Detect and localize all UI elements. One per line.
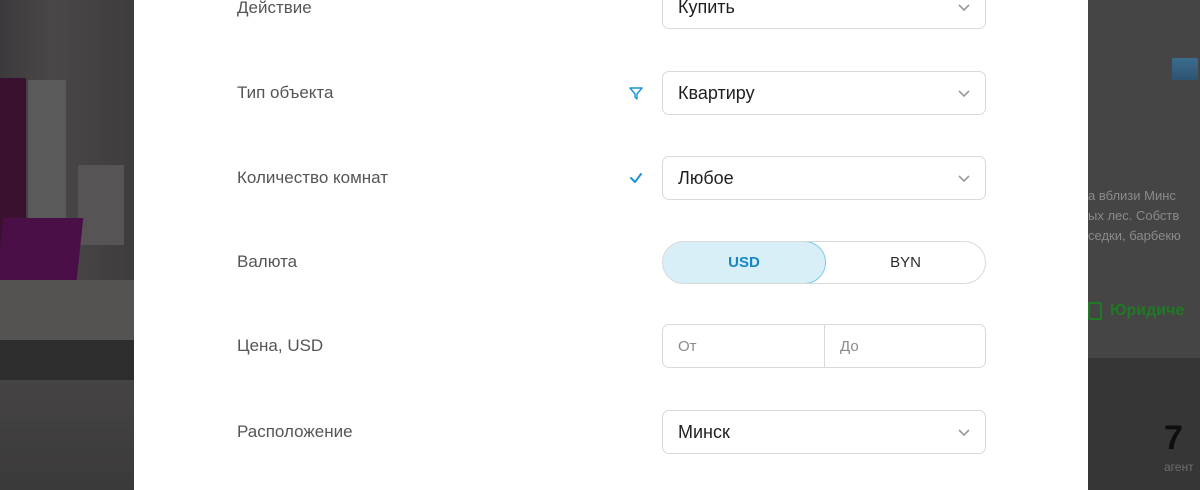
- currency-toggle: USD BYN: [662, 241, 986, 284]
- action-value: Купить: [678, 0, 735, 17]
- description-line: седки, барбекю: [1088, 228, 1181, 243]
- photo-floor: [0, 280, 134, 340]
- rooms-value: Любое: [678, 168, 734, 188]
- legal-badge: Юридиче: [1088, 302, 1184, 320]
- photo-window: [28, 80, 66, 220]
- object-type-value: Квартиру: [678, 83, 755, 103]
- agent-count: 7: [1164, 419, 1183, 457]
- agent-count-label: агент: [1164, 460, 1194, 474]
- object-type-label: Тип объекта: [237, 83, 334, 102]
- price-range: [662, 324, 986, 368]
- rooms-select[interactable]: Любое: [662, 156, 986, 200]
- location-label: Расположение: [237, 422, 353, 441]
- filter-modal: Действие Купить Тип объекта Квартиру Кол…: [134, 0, 1088, 490]
- price-from-input[interactable]: [663, 325, 825, 367]
- object-type-select[interactable]: Квартиру: [662, 71, 986, 115]
- listing-description: а вблизи Минс ых лес. Собств седки, барб…: [1088, 186, 1200, 246]
- check-icon: [630, 173, 642, 183]
- legal-label: Юридиче: [1110, 302, 1185, 319]
- document-icon: [1088, 302, 1102, 320]
- location-value: Минск: [678, 422, 730, 442]
- filter-icon[interactable]: [628, 85, 644, 101]
- building-logo-icon: [1172, 58, 1198, 80]
- chevron-down-icon: [958, 4, 970, 12]
- currency-option-byn[interactable]: BYN: [825, 242, 985, 283]
- description-line: ых лес. Собств: [1088, 208, 1180, 223]
- chevron-down-icon: [958, 175, 970, 183]
- photo-rug: [0, 218, 84, 280]
- chevron-down-icon: [958, 429, 970, 437]
- listing-photo: [0, 380, 134, 490]
- background-listing-left: [0, 0, 134, 490]
- price-label: Цена, USD: [237, 336, 324, 355]
- currency-label: Валюта: [237, 252, 298, 271]
- listing-gap: [0, 340, 134, 380]
- photo-cabinet: [78, 165, 124, 245]
- description-line: а вблизи Минс: [1088, 188, 1176, 203]
- action-label: Действие: [237, 0, 312, 17]
- currency-option-usd[interactable]: USD: [663, 242, 826, 283]
- rooms-label: Количество комнат: [237, 168, 389, 187]
- action-select[interactable]: Купить: [662, 0, 986, 29]
- location-select[interactable]: Минск: [662, 410, 986, 454]
- chevron-down-icon: [958, 90, 970, 98]
- background-listing-right: а вблизи Минс ых лес. Собств седки, барб…: [1088, 0, 1200, 490]
- price-to-input[interactable]: [825, 325, 985, 367]
